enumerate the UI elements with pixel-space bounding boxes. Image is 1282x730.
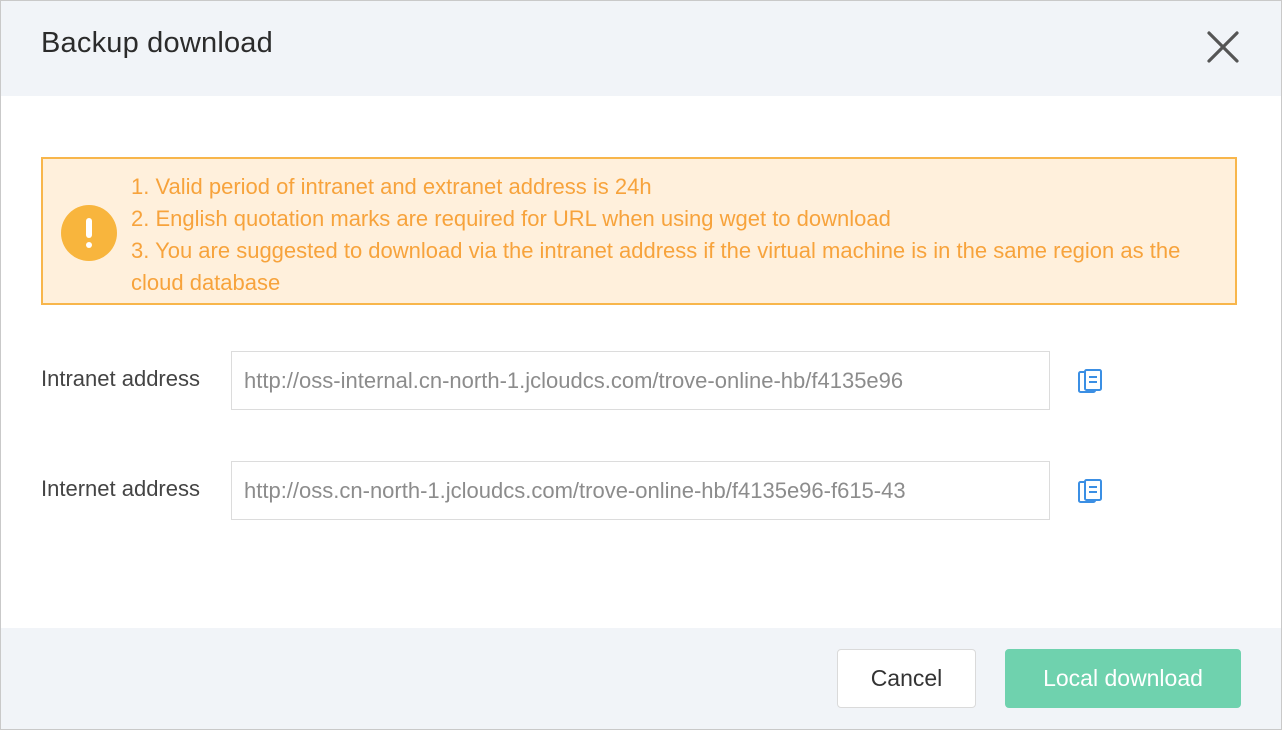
copy-intranet-button[interactable] bbox=[1076, 368, 1104, 396]
copy-internet-button[interactable] bbox=[1076, 478, 1104, 506]
dialog-header: Backup download bbox=[1, 1, 1281, 96]
cancel-button[interactable]: Cancel bbox=[837, 649, 976, 708]
dialog-title: Backup download bbox=[41, 27, 273, 59]
notice-box: 1. Valid period of intranet and extranet… bbox=[41, 157, 1237, 305]
intranet-address-label: Intranet address bbox=[41, 366, 200, 391]
local-download-button[interactable]: Local download bbox=[1005, 649, 1241, 708]
dialog-footer: Cancel Local download bbox=[1, 628, 1281, 729]
close-button[interactable] bbox=[1203, 27, 1243, 67]
close-icon bbox=[1207, 31, 1239, 63]
copy-icon bbox=[1078, 369, 1102, 393]
internet-address-label: Internet address bbox=[41, 476, 200, 501]
copy-icon bbox=[1078, 479, 1102, 503]
notice-line: 3. You are suggested to download via the… bbox=[131, 238, 1181, 295]
notice-text: 1. Valid period of intranet and extranet… bbox=[131, 171, 1221, 299]
intranet-address-input[interactable] bbox=[231, 351, 1050, 410]
backup-download-dialog: Backup download 1. Valid period of intra… bbox=[0, 0, 1282, 730]
internet-address-input[interactable] bbox=[231, 461, 1050, 520]
warning-icon bbox=[61, 205, 117, 261]
notice-line: 2. English quotation marks are required … bbox=[131, 206, 891, 231]
notice-line: 1. Valid period of intranet and extranet… bbox=[131, 174, 652, 199]
